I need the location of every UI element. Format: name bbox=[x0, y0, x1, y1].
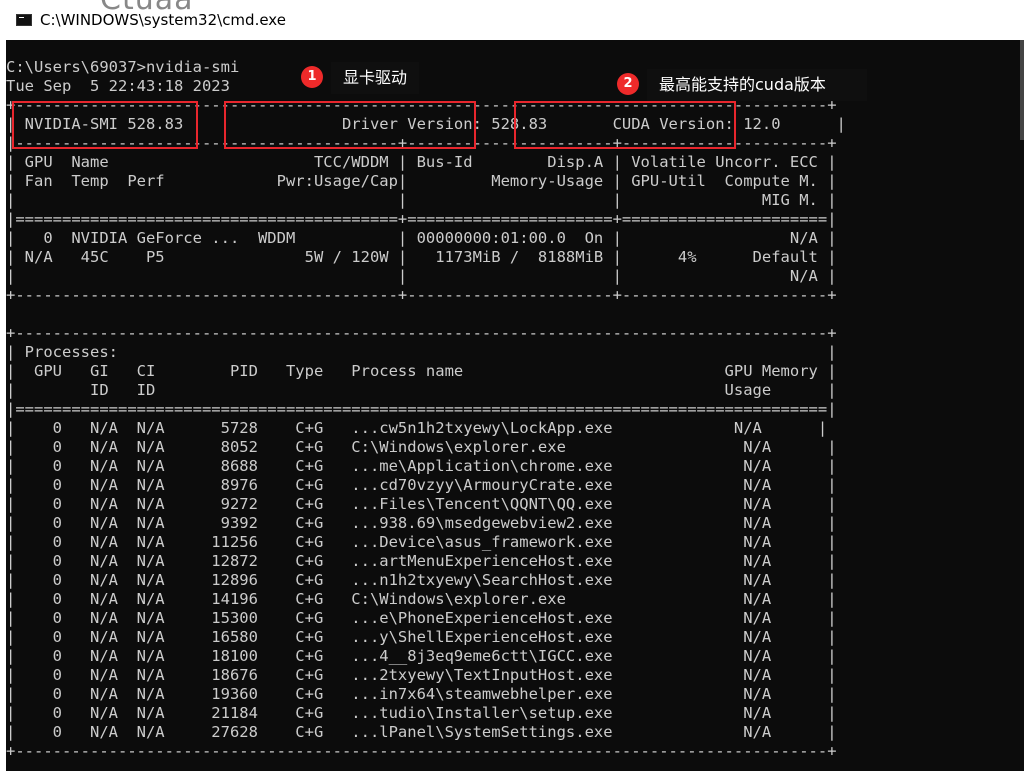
terminal-line: | 0 N/A N/A 5728 C+G ...cw5n1h2txyewy\Lo… bbox=[6, 419, 828, 437]
terminal-line: | GPU GI CI PID Type Process name GPU Me… bbox=[6, 362, 837, 380]
terminal-line: | | | MIG M. | bbox=[6, 191, 837, 209]
terminal-line: | Processes: | bbox=[6, 343, 837, 361]
terminal-line: | 0 NVIDIA GeForce ... WDDM | 00000000:0… bbox=[6, 229, 837, 247]
terminal-line: | 0 N/A N/A 11256 C+G ...Device\asus_fra… bbox=[6, 533, 837, 551]
terminal-line: | 0 N/A N/A 9392 C+G ...938.69\msedgeweb… bbox=[6, 514, 837, 532]
terminal-line: | 0 N/A N/A 15300 C+G ...e\PhoneExperien… bbox=[6, 609, 837, 627]
terminal-line: | 0 N/A N/A 8688 C+G ...me\Application\c… bbox=[6, 457, 837, 475]
terminal-line: | | | N/A | bbox=[6, 267, 837, 285]
terminal-line: | ID ID Usage | bbox=[6, 381, 837, 399]
terminal-line: | 0 N/A N/A 21184 C+G ...tudio\Installer… bbox=[6, 704, 837, 722]
terminal-line: | 0 N/A N/A 8052 C+G C:\Windows\explorer… bbox=[6, 438, 837, 456]
terminal-line: | 0 N/A N/A 27628 C+G ...lPanel\SystemSe… bbox=[6, 723, 837, 741]
terminal-line: +---------------------------------------… bbox=[6, 324, 837, 342]
terminal-line: | 0 N/A N/A 8976 C+G ...cd70vzyy\Armoury… bbox=[6, 476, 837, 494]
terminal-line: | 0 N/A N/A 18676 C+G ...2txyewy\TextInp… bbox=[6, 666, 837, 684]
terminal-line: | N/A 45C P5 5W / 120W | 1173MiB / 8188M… bbox=[6, 248, 837, 266]
terminal-line: +---------------------------------------… bbox=[6, 742, 837, 760]
terminal-line: | Fan Temp Perf Pwr:Usage/Cap| Memory-Us… bbox=[6, 172, 837, 190]
scrollbar[interactable] bbox=[1020, 40, 1024, 140]
callout-badge-2: 2 bbox=[617, 73, 639, 95]
callout-badge-1: 1 bbox=[301, 66, 323, 88]
terminal-icon bbox=[16, 14, 32, 26]
terminal-line: | 0 N/A N/A 12872 C+G ...artMenuExperien… bbox=[6, 552, 837, 570]
terminal-line: | 0 N/A N/A 18100 C+G ...4__8j3eq9eme6ct… bbox=[6, 647, 837, 665]
terminal-line: | 0 N/A N/A 9272 C+G ...Files\Tencent\QQ… bbox=[6, 495, 837, 513]
background-text: Ctuaa bbox=[100, 0, 194, 17]
terminal-line: | GPU Name TCC/WDDM | Bus-Id Disp.A | Vo… bbox=[6, 153, 837, 171]
driver-label: 显卡驱动 bbox=[331, 62, 420, 94]
driver-version-highlight bbox=[224, 101, 476, 149]
terminal-line: |=======================================… bbox=[6, 210, 837, 228]
terminal-line: | 0 N/A N/A 16580 C+G ...y\ShellExperien… bbox=[6, 628, 837, 646]
terminal-line: | 0 N/A N/A 19360 C+G ...in7x64\steamweb… bbox=[6, 685, 837, 703]
terminal-line: | 0 N/A N/A 14196 C+G C:\Windows\explore… bbox=[6, 590, 837, 608]
cuda-version-highlight bbox=[514, 101, 736, 149]
terminal-line: |=======================================… bbox=[6, 400, 837, 418]
terminal-output[interactable]: C:\Users\69037>nvidia-smi Tue Sep 5 22:43… bbox=[6, 58, 846, 761]
cuda-label: 最高能支持的cuda版本 bbox=[647, 69, 867, 101]
terminal-line: +---------------------------------------… bbox=[6, 286, 837, 304]
terminal-line: | 0 N/A N/A 12896 C+G ...n1h2txyewy\Sear… bbox=[6, 571, 837, 589]
nvidia-smi-version-highlight bbox=[12, 101, 198, 149]
